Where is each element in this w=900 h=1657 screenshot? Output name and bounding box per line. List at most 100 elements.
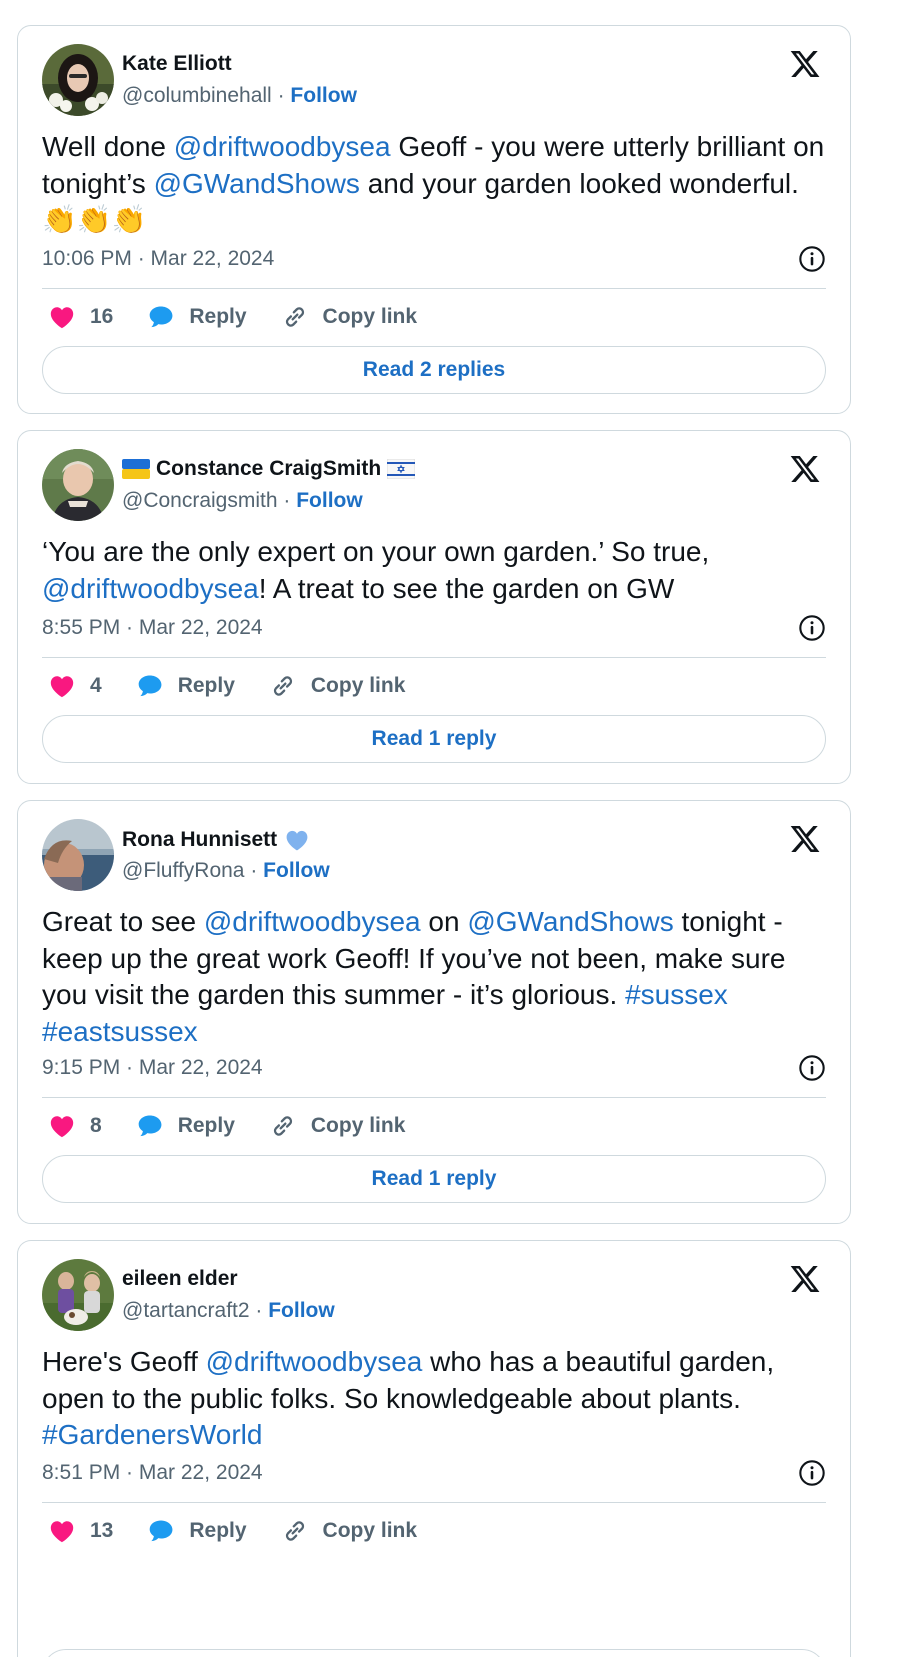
timestamp[interactable]: 8:51 PM · Mar 22, 2024 [42, 1461, 263, 1484]
like-button[interactable]: 4 [48, 672, 102, 700]
text-segment: Well done [42, 131, 174, 162]
like-button[interactable]: 13 [48, 1517, 113, 1545]
info-icon[interactable] [798, 614, 826, 642]
text-segment: Here's Geoff [42, 1346, 206, 1377]
reply-button[interactable]: Reply [136, 672, 235, 700]
heart-icon [48, 1112, 76, 1140]
read-replies-button[interactable]: Read 1 reply [42, 715, 826, 763]
heart-icon [48, 672, 76, 700]
author-name-text: Kate Elliott [122, 52, 232, 75]
author-handle-row: @columbinehall · Follow [122, 84, 357, 108]
author-name-text: eileen elder [122, 1267, 238, 1290]
tweet-meta: 9:15 PM · Mar 22, 2024 [42, 1056, 826, 1080]
copy-link-button[interactable]: Copy link [281, 1517, 418, 1545]
separator: · [277, 84, 285, 107]
mention-link[interactable]: @GWandShows [154, 168, 360, 199]
author-name[interactable]: eileen elder [122, 1267, 238, 1291]
like-button[interactable]: 8 [48, 1112, 102, 1140]
israel-flag-icon [387, 459, 416, 479]
hashtag-link[interactable]: #GardenersWorld [42, 1419, 262, 1450]
author-handle-row: @tartancraft2 · Follow [122, 1299, 335, 1323]
avatar[interactable] [42, 1259, 114, 1331]
divider [42, 1502, 826, 1503]
read-replies-button[interactable]: Read 1 reply [42, 1155, 826, 1203]
x-logo-icon[interactable] [788, 48, 822, 80]
like-button[interactable]: 16 [48, 303, 113, 331]
author-name-text: Rona Hunnisett [122, 828, 278, 851]
copy-link-label: Copy link [310, 1114, 406, 1137]
author-handle[interactable]: @columbinehall [122, 84, 272, 107]
tweet-text: ‘You are the only expert on your own gar… [42, 534, 832, 607]
timestamp[interactable]: 8:55 PM · Mar 22, 2024 [42, 616, 263, 639]
reply-button[interactable]: Reply [147, 303, 247, 331]
author-handle-row: @FluffyRona · Follow [122, 859, 330, 883]
avatar[interactable] [42, 44, 114, 116]
read-replies-button[interactable]: Read 2 replies [42, 346, 826, 394]
reply-bubble-icon [147, 1517, 175, 1545]
mention-link[interactable]: @driftwoodbysea [42, 573, 259, 604]
tweet-text: Well done @driftwoodbysea Geoff - you we… [42, 129, 832, 239]
mention-link[interactable]: @driftwoodbysea [206, 1346, 423, 1377]
follow-button[interactable]: Follow [296, 489, 363, 512]
author-name[interactable]: Rona Hunnisett [122, 827, 311, 853]
tweet-meta: 10:06 PM · Mar 22, 2024 [42, 247, 826, 271]
ukraine-flag-icon [122, 459, 150, 479]
text-segment: ! A treat to see the garden on GW [258, 572, 675, 604]
divider [42, 288, 826, 289]
author-handle[interactable]: @FluffyRona [122, 859, 244, 882]
reply-button[interactable]: Reply [147, 1517, 247, 1545]
reply-label: Reply [177, 674, 235, 697]
follow-button[interactable]: Follow [268, 1299, 335, 1322]
avatar[interactable] [42, 819, 114, 891]
timestamp[interactable]: 10:06 PM · Mar 22, 2024 [42, 247, 274, 270]
reply-button[interactable]: Reply [136, 1112, 235, 1140]
link-icon [269, 672, 297, 700]
heart-icon [48, 1517, 76, 1545]
author-handle[interactable]: @tartancraft2 [122, 1299, 250, 1322]
action-bar: 8 Reply Copy link [48, 1112, 405, 1140]
timestamp[interactable]: 9:15 PM · Mar 22, 2024 [42, 1056, 263, 1079]
author-name-text: Constance CraigSmith [156, 457, 382, 480]
reply-label: Reply [177, 1114, 235, 1137]
x-logo-icon[interactable] [788, 453, 822, 485]
text-segment: ‘You are the only expert on your own gar… [42, 536, 710, 567]
copy-link-button[interactable]: Copy link [269, 672, 405, 700]
separator: · [283, 489, 291, 512]
follow-button[interactable]: Follow [290, 84, 357, 107]
copy-link-button[interactable]: Copy link [269, 1112, 406, 1140]
like-count: 16 [90, 305, 114, 328]
like-count: 13 [90, 1519, 114, 1542]
mention-link[interactable]: @driftwoodbysea [204, 906, 421, 937]
avatar[interactable] [42, 449, 114, 521]
read-replies-button[interactable] [42, 1649, 826, 1657]
hashtag-link[interactable]: #sussex [625, 979, 728, 1010]
action-bar: 4 Reply Copy link [48, 672, 405, 700]
link-icon [281, 303, 309, 331]
follow-button[interactable]: Follow [263, 859, 330, 882]
info-icon[interactable] [798, 1054, 826, 1082]
divider [42, 657, 826, 658]
heart-icon [48, 303, 76, 331]
author-handle[interactable]: @Concraigsmith [122, 489, 278, 512]
x-logo-icon[interactable] [788, 1263, 822, 1295]
author-name[interactable]: Constance CraigSmith [122, 457, 416, 481]
blue-heart-icon [286, 830, 308, 851]
mention-link[interactable]: @GWandShows [467, 906, 673, 937]
reply-bubble-icon [147, 303, 175, 331]
info-icon[interactable] [798, 245, 826, 273]
info-icon[interactable] [798, 1459, 826, 1487]
x-logo-icon[interactable] [788, 823, 822, 855]
tweet-card: Rona Hunnisett @FluffyRona · Follow Grea… [17, 800, 851, 1224]
text-segment: Great to see [42, 906, 204, 937]
link-icon [281, 1517, 309, 1545]
author-handle-row: @Concraigsmith · Follow [122, 489, 363, 513]
hashtag-link[interactable]: #eastsussex [42, 1016, 198, 1047]
copy-link-label: Copy link [322, 1519, 418, 1542]
copy-link-button[interactable]: Copy link [281, 303, 417, 331]
mention-link[interactable]: @driftwoodbysea [174, 131, 391, 162]
tweet-meta: 8:55 PM · Mar 22, 2024 [42, 616, 826, 640]
tweet-text: Here's Geoff @driftwoodbysea who has a b… [42, 1344, 832, 1454]
author-name[interactable]: Kate Elliott [122, 52, 232, 76]
reply-label: Reply [189, 305, 247, 328]
tweet-meta: 8:51 PM · Mar 22, 2024 [42, 1461, 826, 1485]
